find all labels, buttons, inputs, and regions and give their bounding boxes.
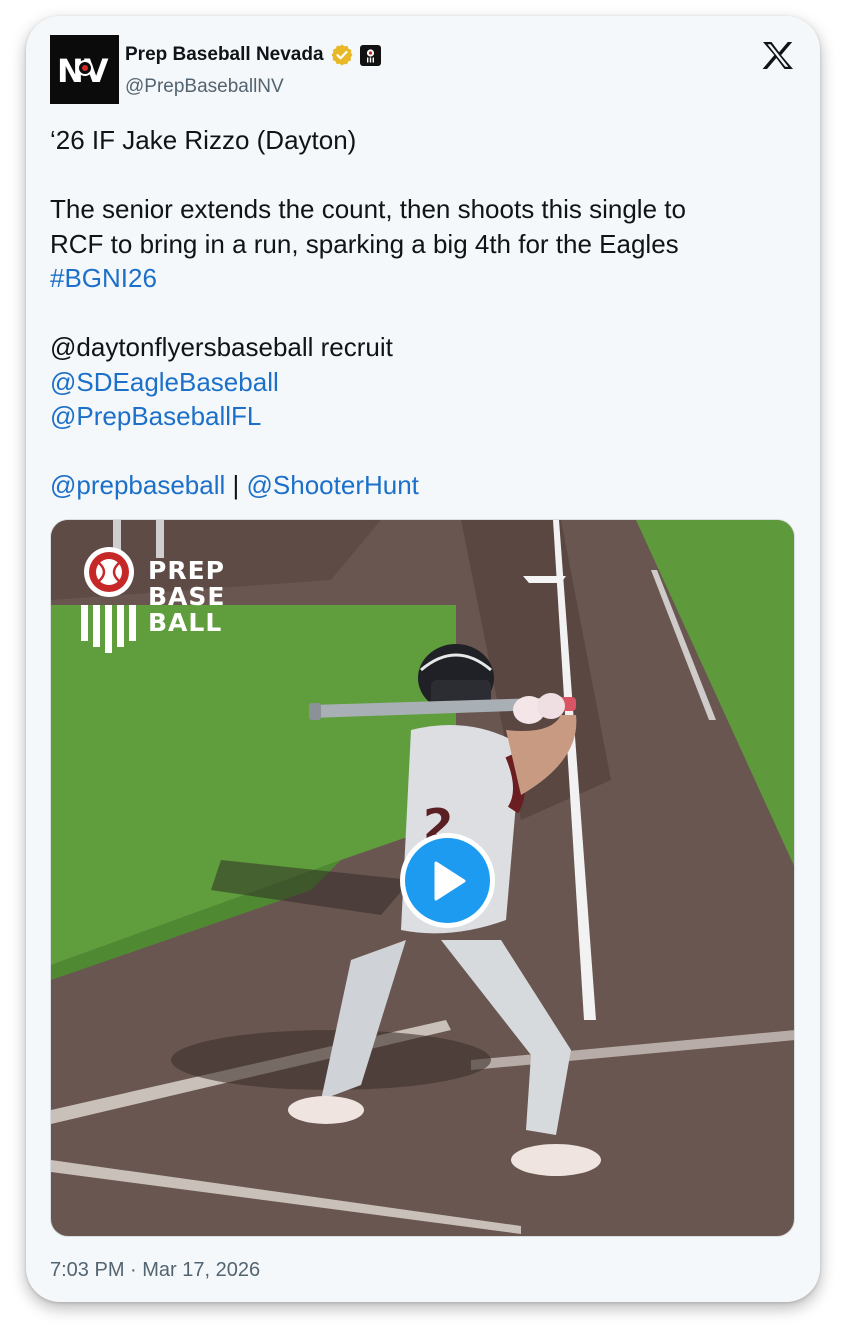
author-name[interactable]: Prep Baseball Nevada [125,44,324,66]
baseball-shield-icon [81,547,136,653]
hashtag-link[interactable]: #BGNI26 [50,263,157,293]
affiliate-badge-icon[interactable] [359,44,381,66]
play-button[interactable] [400,833,495,928]
tweet-line: RCF to bring in a run, sparking a big 4t… [50,228,679,259]
video-player[interactable]: 2 PREP BASE BALL [50,519,795,1237]
mention-link[interactable]: @prepbaseball [50,470,225,500]
tweet-line: The senior extends the count, then shoot… [50,194,686,224]
author-name-row: Prep Baseball Nevada [125,43,381,67]
prep-baseball-wordmark: PREP BASE BALL [148,558,226,636]
mention-link[interactable]: @SDEagleBaseball [50,367,279,397]
prep-baseball-logo [73,545,145,660]
tweet-timestamp[interactable]: 7:03 PM · Mar 17, 2026 [50,1259,260,1282]
play-icon [434,861,465,900]
tweet-line: @daytonflyersbaseball recruit [50,332,393,362]
verified-badge-icon [331,44,353,66]
logo-text: BALL [148,608,223,637]
logo-text: PREP [148,556,225,585]
tweet-card: NV Prep Baseball Nevada @PrepBaseballNV … [26,16,820,1302]
mention-link[interactable]: @ShooterHunt [247,470,419,500]
avatar-logo-icon: NV [57,52,109,90]
mention-link[interactable]: @PrepBaseballFL [50,401,261,431]
tweet-text: ‘26 IF Jake Rizzo (Dayton) The senior ex… [50,123,790,503]
separator: | [232,470,240,500]
avatar[interactable]: NV [50,35,119,104]
logo-text: BASE [148,582,226,611]
tweet-line: ‘26 IF Jake Rizzo (Dayton) [50,125,357,155]
x-logo-icon[interactable] [762,41,794,70]
author-handle[interactable]: @PrepBaseballNV [125,76,284,98]
